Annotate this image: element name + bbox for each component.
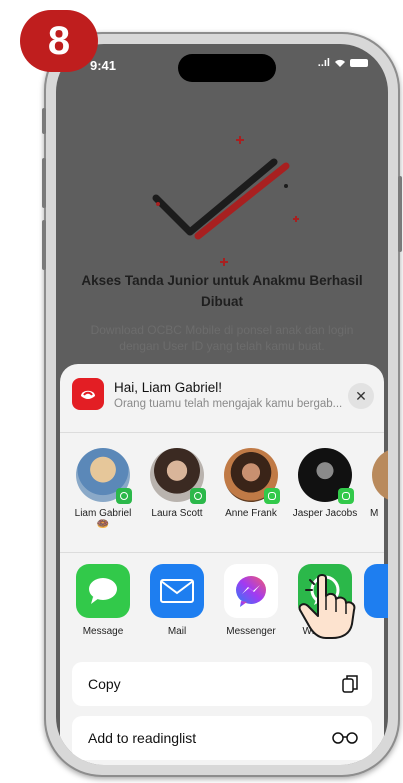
battery-icon [350,59,368,67]
contact-jasper-jacobs[interactable]: Jasper Jacobs [290,448,360,519]
message-badge-icon [338,488,354,504]
avatar [372,448,388,502]
divider [60,552,384,553]
close-button[interactable]: ✕ [348,383,374,409]
avatar [224,448,280,504]
signal-icon: ..ıl [317,57,330,69]
share-sheet-title: Hai, Liam Gabriel! [114,380,223,395]
wifi-icon [335,59,345,67]
people-row: Liam Gabriel 🍩 Laura Scott Anne Frank Ja… [60,448,388,548]
phone-power-button [398,176,402,252]
contact-partial[interactable]: M [364,448,388,519]
avatar [298,448,354,504]
message-badge-icon [264,488,280,504]
contact-anne-frank[interactable]: Anne Frank [216,448,286,519]
messenger-icon [224,564,278,618]
contact-name: Jasper Jacobs [292,508,358,519]
copy-icon [342,675,358,693]
status-time: 9:41 [90,58,117,73]
phone-volume-down [42,220,46,270]
readinglist-label: Add to readinglist [88,730,197,746]
phone-side-button [42,108,46,134]
share-sheet: Hai, Liam Gabriel! Orang tuamu telah men… [60,364,388,765]
success-description: Download OCBC Mobile di ponsel anak dan … [90,323,354,353]
ocbc-logo-icon [81,390,95,399]
phone-screen: 9:41 ..ıl Akses Tanda Junior untuk Anakm… [56,44,388,765]
app-label: Messenger [226,626,276,637]
divider [60,432,384,433]
step-badge: 8 [20,10,98,72]
contact-liam-gabriel[interactable]: Liam Gabriel 🍩 [68,448,138,530]
ocbc-app-icon [72,378,104,410]
message-icon [76,564,130,618]
contact-name: M [370,508,379,519]
success-title: Akses Tanda Junior untuk Anakmu Berhasil… [81,273,363,309]
contact-laura-scott[interactable]: Laura Scott [142,448,212,519]
contact-name: Laura Scott [151,508,203,519]
app-mail[interactable]: Mail [142,564,212,637]
tap-hand-pointer-icon [298,572,356,639]
share-sheet-subtitle: Orang tuamu telah mengajak kamu bergab..… [114,398,343,410]
glasses-icon [332,732,358,744]
app-partial[interactable] [364,564,388,618]
contact-name: Liam Gabriel 🍩 [74,508,132,530]
app-message[interactable]: Message [68,564,138,637]
contact-name: Anne Frank [225,508,277,519]
phone-volume-up [42,158,46,208]
status-icons: ..ıl [318,57,368,69]
copy-action[interactable]: Copy [72,662,372,706]
mail-icon [150,564,204,618]
app-partial-icon [364,564,388,618]
avatar [150,448,206,504]
avatar [76,448,132,504]
app-label: Message [82,626,124,637]
app-messenger[interactable]: Messenger [216,564,286,637]
whatsapp-badge-icon [190,488,206,504]
app-label: Mail [167,626,187,637]
whatsapp-badge-icon [116,488,132,504]
dynamic-island [178,54,276,82]
add-to-readinglist-action[interactable]: Add to readinglist [72,716,372,760]
copy-label: Copy [88,676,121,692]
share-sheet-header: Hai, Liam Gabriel! Orang tuamu telah men… [60,364,384,426]
